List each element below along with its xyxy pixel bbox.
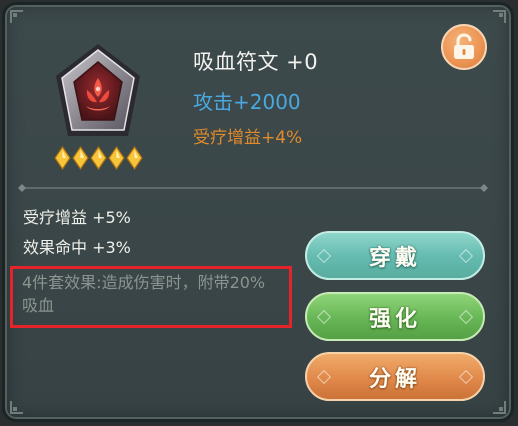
wear-button-label: 穿戴 (368, 244, 421, 271)
section-divider (18, 184, 488, 192)
diamond-ornament (316, 369, 332, 384)
item-name: 吸血符文 +0 (193, 50, 319, 74)
star-icon (90, 146, 107, 170)
lock-toggle-button[interactable] (441, 24, 487, 70)
attribute-line: 受疗增益 +5% (23, 208, 131, 227)
decompose-button-label: 分解 (368, 365, 421, 392)
wear-button[interactable]: 穿戴 (305, 231, 485, 280)
main-stat: 攻击+2000 (193, 90, 301, 114)
sub-stat: 受疗增益+4% (193, 128, 303, 148)
star-icon (72, 146, 89, 170)
enhance-button-label: 强化 (368, 305, 421, 332)
star-icon (54, 146, 71, 170)
corner-ornament (491, 9, 507, 25)
diamond-ornament (316, 309, 332, 324)
star-icon (108, 146, 125, 170)
corner-ornament (491, 399, 507, 415)
corner-ornament (9, 9, 25, 25)
diamond-ornament (458, 369, 474, 384)
star-rating (54, 146, 143, 172)
blood-rune-icon (50, 40, 146, 144)
diamond-ornament (316, 248, 332, 263)
unlocked-padlock-icon (454, 33, 474, 59)
attribute-line: 效果命中 +3% (23, 238, 131, 257)
set-effect-text: 4件套效果:造成伤害时，附带20%吸血 (22, 273, 266, 315)
enhance-button[interactable]: 强化 (305, 292, 485, 341)
corner-ornament (9, 399, 25, 415)
diamond-ornament (458, 309, 474, 324)
star-icon (126, 146, 143, 170)
diamond-ornament (458, 248, 474, 263)
decompose-button[interactable]: 分解 (305, 352, 485, 401)
